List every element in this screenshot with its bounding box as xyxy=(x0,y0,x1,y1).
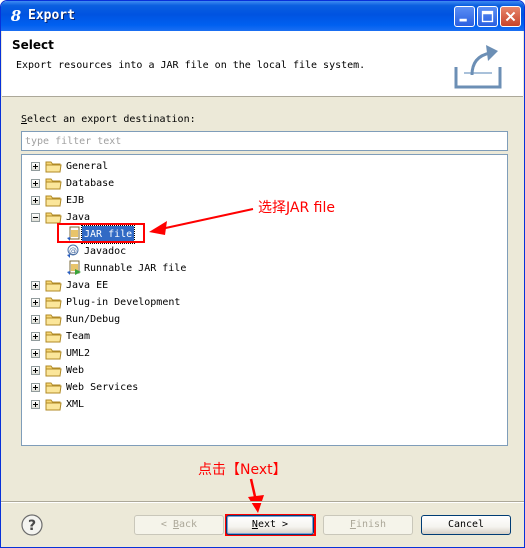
expand-icon[interactable] xyxy=(31,332,40,341)
javadoc-icon: @ xyxy=(66,243,82,259)
arrow-to-jar-file xyxy=(149,208,254,235)
folder-icon xyxy=(45,159,62,173)
tree-item-web-services[interactable]: Web Services xyxy=(22,379,507,396)
folder-icon xyxy=(45,176,62,190)
tree-item-label: XML xyxy=(66,399,85,410)
folder-icon xyxy=(45,329,62,343)
tree-item-label: General xyxy=(66,161,109,172)
tree-item-javadoc[interactable]: @ Javadoc xyxy=(22,243,507,260)
tree-item-label: Database xyxy=(66,178,115,189)
tree-item-general[interactable]: General xyxy=(22,158,507,175)
page-description: Export resources into a JAR file on the … xyxy=(16,60,366,71)
jar-file-highlight xyxy=(57,223,145,243)
collapse-icon[interactable] xyxy=(31,213,40,222)
tree-item-label: Team xyxy=(66,331,91,342)
tree-item-java-ee[interactable]: Java EE xyxy=(22,277,507,294)
finish-button[interactable]: Finish xyxy=(323,515,413,535)
help-icon[interactable]: ? xyxy=(21,514,43,536)
expand-icon[interactable] xyxy=(31,281,40,290)
back-button[interactable]: < Back xyxy=(134,515,224,535)
folder-icon xyxy=(45,380,62,394)
folder-icon xyxy=(45,295,62,309)
runnable-jar-icon xyxy=(66,260,82,276)
folder-icon xyxy=(45,278,62,292)
minimize-button[interactable] xyxy=(454,6,475,27)
tree-item-label: Java EE xyxy=(66,280,109,291)
maximize-icon xyxy=(481,10,494,23)
expand-icon[interactable] xyxy=(31,349,40,358)
close-icon xyxy=(505,11,516,22)
expand-icon[interactable] xyxy=(31,383,40,392)
tree-item-label: Javadoc xyxy=(84,246,127,257)
select-jar-annotation: 选择JAR file xyxy=(258,200,335,216)
minimize-icon xyxy=(459,18,467,22)
tree-item-runnable-jar-file[interactable]: Runnable JAR file xyxy=(22,260,507,277)
folder-icon xyxy=(45,397,62,411)
tree-item-xml[interactable]: XML xyxy=(22,396,507,413)
export-dialog: 8 Export Select Export resources into a … xyxy=(0,0,525,548)
folder-icon xyxy=(45,346,62,360)
click-next-annotation: 点击【Next】 xyxy=(198,462,287,478)
folder-icon xyxy=(45,312,62,326)
tree-item-team[interactable]: Team xyxy=(22,328,507,345)
expand-icon[interactable] xyxy=(31,400,40,409)
arrow-to-next-button xyxy=(248,478,264,513)
expand-icon[interactable] xyxy=(31,315,40,324)
tree-item-label: Web Services xyxy=(66,382,139,393)
expand-icon[interactable] xyxy=(31,162,40,171)
wizard-header: Select Export resources into a JAR file … xyxy=(2,31,523,97)
tree-item-label: Plug-in Development xyxy=(66,297,181,308)
tree-item-label: Web xyxy=(66,365,85,376)
tree-item-database[interactable]: Database xyxy=(22,175,507,192)
window-title: Export xyxy=(28,8,75,23)
maximize-button[interactable] xyxy=(477,6,498,27)
filter-label: Select an export destination: xyxy=(21,114,196,125)
expand-icon[interactable] xyxy=(31,196,40,205)
tree-item-run-debug[interactable]: Run/Debug xyxy=(22,311,507,328)
page-title: Select xyxy=(12,38,54,52)
tree-item-plug-in-development[interactable]: Plug-in Development xyxy=(22,294,507,311)
svg-text:@: @ xyxy=(69,246,77,255)
tree-item-label: UML2 xyxy=(66,348,91,359)
expand-icon[interactable] xyxy=(31,298,40,307)
folder-icon xyxy=(45,363,62,377)
export-wizard-icon xyxy=(454,45,502,89)
cancel-button[interactable]: Cancel xyxy=(421,515,511,535)
tree-item-uml2[interactable]: UML2 xyxy=(22,345,507,362)
tree-item-web[interactable]: Web xyxy=(22,362,507,379)
filter-input[interactable] xyxy=(21,131,508,151)
tree-item-label: Runnable JAR file xyxy=(84,263,187,274)
svg-text:?: ? xyxy=(28,518,36,534)
tree-item-label: Run/Debug xyxy=(66,314,121,325)
close-button[interactable] xyxy=(500,6,521,27)
folder-icon xyxy=(45,193,62,207)
tree-item-label: EJB xyxy=(66,195,85,206)
expand-icon[interactable] xyxy=(31,179,40,188)
eclipse-icon: 8 xyxy=(10,7,22,25)
title-bar[interactable]: 8 Export xyxy=(1,1,524,31)
next-button[interactable]: Next > xyxy=(226,515,314,535)
folder-icon xyxy=(45,210,62,224)
expand-icon[interactable] xyxy=(31,366,40,375)
button-bar-separator xyxy=(1,501,524,503)
